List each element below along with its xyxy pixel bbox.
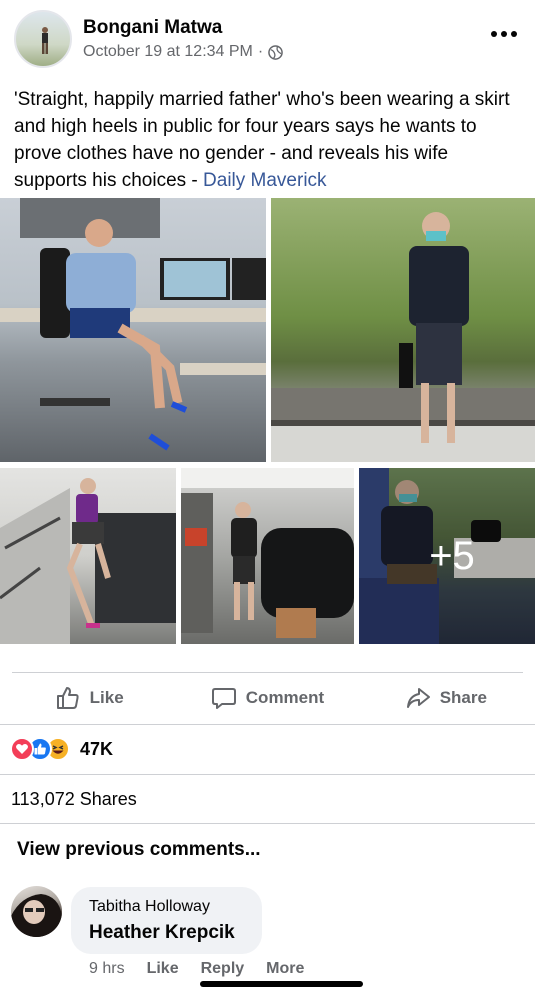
- comment-time: 9 hrs: [89, 960, 125, 977]
- comment-like-button[interactable]: Like: [147, 960, 179, 978]
- photo-office-illustration: [0, 198, 266, 451]
- meta-separator: ·: [257, 43, 264, 60]
- home-indicator[interactable]: [200, 981, 363, 987]
- post-timestamp[interactable]: October 19 at 12:34 PM: [83, 43, 253, 61]
- source-link[interactable]: Daily Maverick: [203, 170, 327, 191]
- photo-train-platform[interactable]: [271, 198, 535, 462]
- shares-count[interactable]: 113,072 Shares: [11, 789, 137, 810]
- commenter-avatar-illustration: [11, 894, 62, 937]
- comment-more-button[interactable]: More: [266, 960, 304, 978]
- globe-icon: [268, 44, 284, 60]
- reaction-count: 47K: [80, 738, 114, 759]
- divider: [0, 823, 535, 824]
- comment-label: Comment: [245, 688, 325, 707]
- photo-staircase-illustration: [0, 478, 176, 644]
- divider: [0, 774, 535, 775]
- share-button[interactable]: Share: [357, 674, 535, 722]
- photo-train-platform-illustration: [271, 212, 535, 462]
- photo-office[interactable]: [0, 198, 266, 462]
- author-avatar[interactable]: [14, 10, 72, 68]
- comment-button[interactable]: Comment: [178, 674, 356, 722]
- love-reaction-icon: [10, 737, 34, 761]
- photo-train-seat[interactable]: +5: [359, 468, 535, 644]
- author-name[interactable]: Bongani Matwa: [83, 17, 222, 39]
- commenter-avatar[interactable]: [11, 886, 62, 937]
- thumbs-up-icon: [56, 687, 79, 709]
- share-label: Share: [439, 688, 487, 707]
- more-options-icon[interactable]: [491, 24, 517, 44]
- post-header: Bongani Matwa October 19 at 12:34 PM ·: [0, 0, 535, 78]
- comment-bubble[interactable]: Tabitha Holloway Heather Krepcik: [71, 887, 262, 954]
- like-label: Like: [89, 688, 124, 707]
- view-previous-comments[interactable]: View previous comments...: [17, 839, 261, 861]
- post-meta: October 19 at 12:34 PM ·: [83, 43, 284, 61]
- photo-staircase[interactable]: [0, 468, 176, 644]
- comment-meta: 9 hrs Like Reply More: [89, 960, 304, 978]
- reactions-summary[interactable]: 47K: [10, 735, 113, 763]
- post-text: 'Straight, happily married father' who's…: [14, 86, 524, 194]
- divider: [12, 672, 523, 673]
- comment-author[interactable]: Tabitha Holloway: [89, 898, 210, 916]
- photo-garage[interactable]: [181, 468, 354, 644]
- more-photos-count[interactable]: +5: [359, 468, 535, 644]
- share-icon: [406, 688, 430, 708]
- action-bar: Like Comment Share: [0, 674, 535, 722]
- comment-text[interactable]: Heather Krepcik: [89, 922, 235, 944]
- like-button[interactable]: Like: [0, 674, 178, 722]
- photo-garage-illustration: [181, 468, 354, 638]
- comment-reply-button[interactable]: Reply: [201, 960, 245, 978]
- comment-icon: [211, 688, 236, 709]
- divider: [0, 724, 535, 725]
